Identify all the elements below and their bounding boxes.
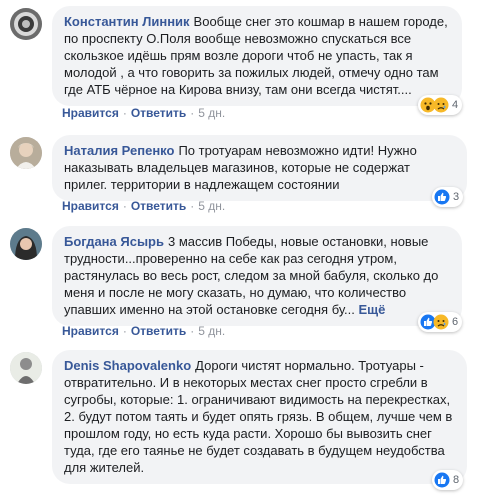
comment-actions: Нравится · Ответить · 5 дн.: [62, 323, 225, 339]
reactions-summary[interactable]: 6: [418, 312, 463, 332]
avatar[interactable]: [10, 8, 42, 40]
comment-bubble: Константин Линник Вообще снег это кошмар …: [52, 6, 462, 106]
separator-dot: ·: [190, 199, 195, 213]
reaction-count: 4: [452, 99, 459, 111]
avatar[interactable]: [10, 137, 42, 169]
separator-dot: ·: [190, 324, 195, 338]
like-button[interactable]: Нравится: [62, 199, 119, 213]
comment-author[interactable]: Наталия Репенко: [64, 143, 174, 158]
comment-author[interactable]: Богдана Ясырь: [64, 234, 164, 249]
reaction-count: 6: [452, 316, 459, 328]
reaction-count: 3: [453, 191, 460, 203]
avatar[interactable]: [10, 228, 42, 260]
separator-dot: ·: [190, 106, 195, 120]
comment-author[interactable]: Denis Shapovalenko: [64, 358, 191, 373]
comment-bubble: Denis Shapovalenko Дороги чистят нормальн…: [52, 350, 467, 484]
comment-bubble: Богдана Ясырь 3 массив Победы, новые оста…: [52, 226, 462, 326]
comment-text: Дороги чистят нормально. Тротуары - отвр…: [64, 358, 453, 475]
comment-age[interactable]: 5 дн.: [198, 106, 225, 120]
like-button[interactable]: Нравится: [62, 324, 119, 338]
separator-dot: ·: [122, 199, 127, 213]
comment-actions: Нравится · Ответить · 5 дн.: [62, 198, 225, 214]
separator-dot: ·: [122, 324, 127, 338]
like-button[interactable]: Нравится: [62, 106, 119, 120]
comment-actions: Нравится · Ответить · 5 дн.: [62, 105, 225, 121]
like-icon: [434, 472, 450, 488]
see-more-link[interactable]: Ещё: [359, 302, 386, 317]
like-icon: [434, 189, 450, 205]
reply-button[interactable]: Ответить: [131, 324, 186, 338]
comment-bubble: Наталия Репенко По тротуарам невозможно и…: [52, 135, 467, 201]
reactions-summary[interactable]: 8: [432, 470, 464, 490]
reaction-count: 8: [453, 474, 460, 486]
reply-button[interactable]: Ответить: [131, 106, 186, 120]
reactions-summary[interactable]: 4: [418, 95, 463, 115]
separator-dot: ·: [122, 106, 127, 120]
reactions-summary[interactable]: 3: [432, 187, 464, 207]
sad-icon: [433, 314, 449, 330]
reply-button[interactable]: Ответить: [131, 199, 186, 213]
comment-author[interactable]: Константин Линник: [64, 14, 190, 29]
comment-age[interactable]: 5 дн.: [198, 324, 225, 338]
avatar[interactable]: [10, 352, 42, 384]
comment-age[interactable]: 5 дн.: [198, 199, 225, 213]
sad-icon: [433, 97, 449, 113]
